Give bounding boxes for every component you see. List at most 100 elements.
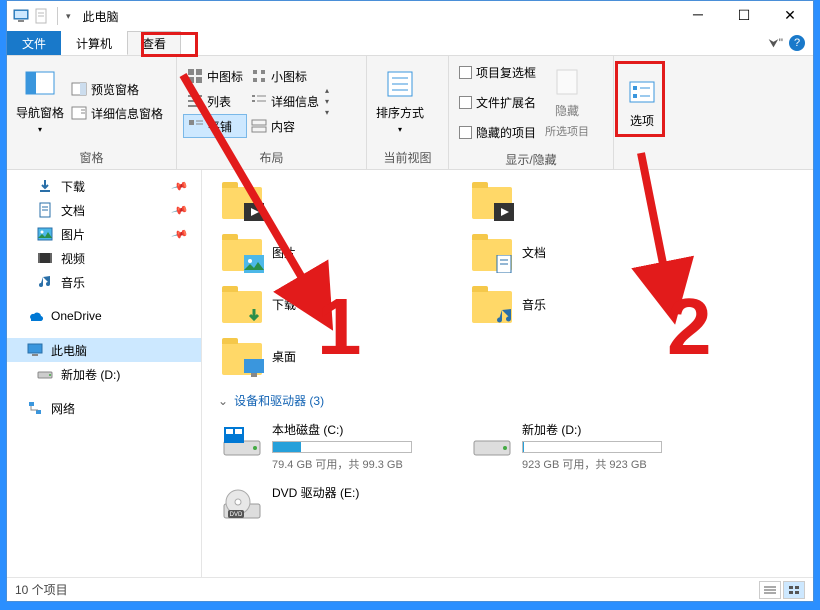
folder-downloads[interactable]: 下载 <box>212 278 462 330</box>
onedrive-icon <box>27 308 43 324</box>
grid-icon <box>187 68 203 84</box>
music-overlay-icon <box>494 307 514 325</box>
group-devices[interactable]: ⌄设备和驱动器 (3) <box>212 382 803 415</box>
folder-pictures[interactable]: 图片 <box>212 226 462 278</box>
drive-name: 新加卷 (D:) <box>522 421 662 438</box>
hide-selected-button[interactable]: 隐藏 所选项目 <box>540 60 594 144</box>
nav-videos[interactable]: 视频 <box>7 246 201 270</box>
folder-desktop[interactable]: 桌面 <box>212 330 462 382</box>
video-icon <box>37 250 53 266</box>
layout-medium[interactable]: 中图标 <box>183 64 247 88</box>
tab-computer[interactable]: 计算机 <box>61 31 127 55</box>
layout-tiles[interactable]: 平铺 <box>183 114 247 138</box>
window-title: 此电脑 <box>83 8 119 25</box>
desktop-overlay-icon <box>244 359 264 377</box>
list-icon <box>187 93 203 109</box>
drive-info: 79.4 GB 可用，共 99.3 GB <box>272 456 412 472</box>
local-disk-icon <box>222 421 262 461</box>
layout-list[interactable]: 列表 <box>183 89 247 113</box>
nav-onedrive[interactable]: OneDrive <box>7 304 201 328</box>
options-icon <box>626 76 658 108</box>
nav-thispc[interactable]: 此电脑 <box>7 338 201 362</box>
details-pane-button[interactable]: 详细信息窗格 <box>67 101 167 125</box>
nav-downloads[interactable]: 下载📌 <box>7 174 201 198</box>
document-icon <box>37 202 53 218</box>
view-icons-button[interactable] <box>783 581 805 599</box>
chevron-down-icon: ⌄ <box>218 394 228 408</box>
layout-scroll-up[interactable]: ▴ <box>325 86 329 95</box>
nav-network[interactable]: 网络 <box>7 396 201 420</box>
folder-icon <box>222 291 262 323</box>
drive-d[interactable]: 新加卷 (D:) 923 GB 可用，共 923 GB <box>462 415 712 478</box>
ribbon: 导航窗格 ▾ 预览窗格 详细信息窗格 窗格 <box>7 55 813 170</box>
drive-usage-bar <box>272 441 412 453</box>
download-overlay-icon <box>244 307 264 325</box>
item-count: 10 个项目 <box>15 581 68 598</box>
nav-documents[interactable]: 文档📌 <box>7 198 201 222</box>
layout-small[interactable]: 小图标 <box>247 64 323 88</box>
titlebar: ▾ 此电脑 ─ ☐ ✕ <box>7 1 813 31</box>
pc-icon <box>27 342 43 358</box>
drive-c[interactable]: 本地磁盘 (C:) 79.4 GB 可用，共 99.3 GB <box>212 415 462 478</box>
drive-e[interactable]: DVD DVD 驱动器 (E:) <box>212 478 462 530</box>
tab-view[interactable]: 查看 <box>127 31 181 55</box>
folder-item[interactable] <box>462 174 712 226</box>
drive-name: 本地磁盘 (C:) <box>272 421 412 438</box>
pin-icon: 📌 <box>171 201 189 219</box>
network-icon <box>27 400 43 416</box>
folder-item[interactable] <box>212 174 462 226</box>
details-pane-icon <box>71 105 87 121</box>
help-icon[interactable]: ? <box>789 35 805 51</box>
details-icon <box>251 93 267 109</box>
tab-file[interactable]: 文件 <box>7 31 61 55</box>
collapse-ribbon-icon[interactable]: ⮟" <box>769 36 783 51</box>
file-extensions[interactable]: 文件扩展名 <box>455 90 540 114</box>
item-checkboxes[interactable]: 项目复选框 <box>455 60 540 84</box>
preview-pane-button[interactable]: 预览窗格 <box>67 77 167 101</box>
small-grid-icon <box>251 68 267 84</box>
nav-pane-button[interactable]: 导航窗格 ▾ <box>13 60 67 142</box>
folder-icon <box>472 239 512 271</box>
layout-scroll-down[interactable]: ▾ <box>325 97 329 106</box>
minimize-button[interactable]: ─ <box>675 1 721 31</box>
close-button[interactable]: ✕ <box>767 1 813 31</box>
view-details-button[interactable] <box>759 581 781 599</box>
drive-info: 923 GB 可用，共 923 GB <box>522 456 662 472</box>
maximize-button[interactable]: ☐ <box>721 1 767 31</box>
sort-button[interactable]: 排序方式 ▾ <box>373 60 427 142</box>
drive-usage-bar <box>522 441 662 453</box>
video-overlay-icon <box>494 203 514 221</box>
video-overlay-icon <box>244 203 264 221</box>
hidden-items[interactable]: 隐藏的项目 <box>455 120 540 144</box>
picture-icon <box>37 226 53 242</box>
folder-documents[interactable]: 文档 <box>462 226 712 278</box>
qat-dropdown[interactable]: ▾ <box>66 11 71 22</box>
layout-more[interactable]: ▾ <box>325 108 329 117</box>
explorer-window: ▾ 此电脑 ─ ☐ ✕ 文件 计算机 查看 ⮟" ? 导航窗格 ▾ <box>6 0 814 602</box>
folder-music[interactable]: 音乐 <box>462 278 712 330</box>
doc-icon[interactable] <box>33 8 49 24</box>
svg-text:DVD: DVD <box>230 512 243 518</box>
main-view[interactable]: 图片 文档 下载 音乐 桌面 ⌄设备和驱动器 (3) 本地磁盘 (C:) 79.… <box>202 170 813 577</box>
drive-icon <box>472 421 512 461</box>
dvd-drive-icon: DVD <box>222 484 262 524</box>
sort-icon <box>384 68 416 100</box>
checkbox-icon <box>459 126 472 139</box>
music-icon <box>37 274 53 290</box>
options-button[interactable]: 选项 <box>620 60 664 145</box>
nav-music[interactable]: 音乐 <box>7 270 201 294</box>
folder-icon <box>222 187 262 219</box>
checkbox-icon <box>459 96 472 109</box>
tiles-icon <box>188 118 204 134</box>
checkbox-icon <box>459 66 472 79</box>
nav-newvol[interactable]: 新加卷 (D:) <box>7 362 201 386</box>
download-icon <box>37 178 53 194</box>
pc-icon <box>13 8 29 24</box>
folder-icon <box>222 343 262 375</box>
hide-icon <box>551 66 583 98</box>
nav-pictures[interactable]: 图片📌 <box>7 222 201 246</box>
layout-details[interactable]: 详细信息 <box>247 89 323 113</box>
navigation-pane: 下载📌 文档📌 图片📌 视频 音乐 OneDrive 此电脑 新加卷 (D:) … <box>7 170 202 577</box>
nav-pane-icon <box>24 68 56 100</box>
layout-content[interactable]: 内容 <box>247 114 323 138</box>
